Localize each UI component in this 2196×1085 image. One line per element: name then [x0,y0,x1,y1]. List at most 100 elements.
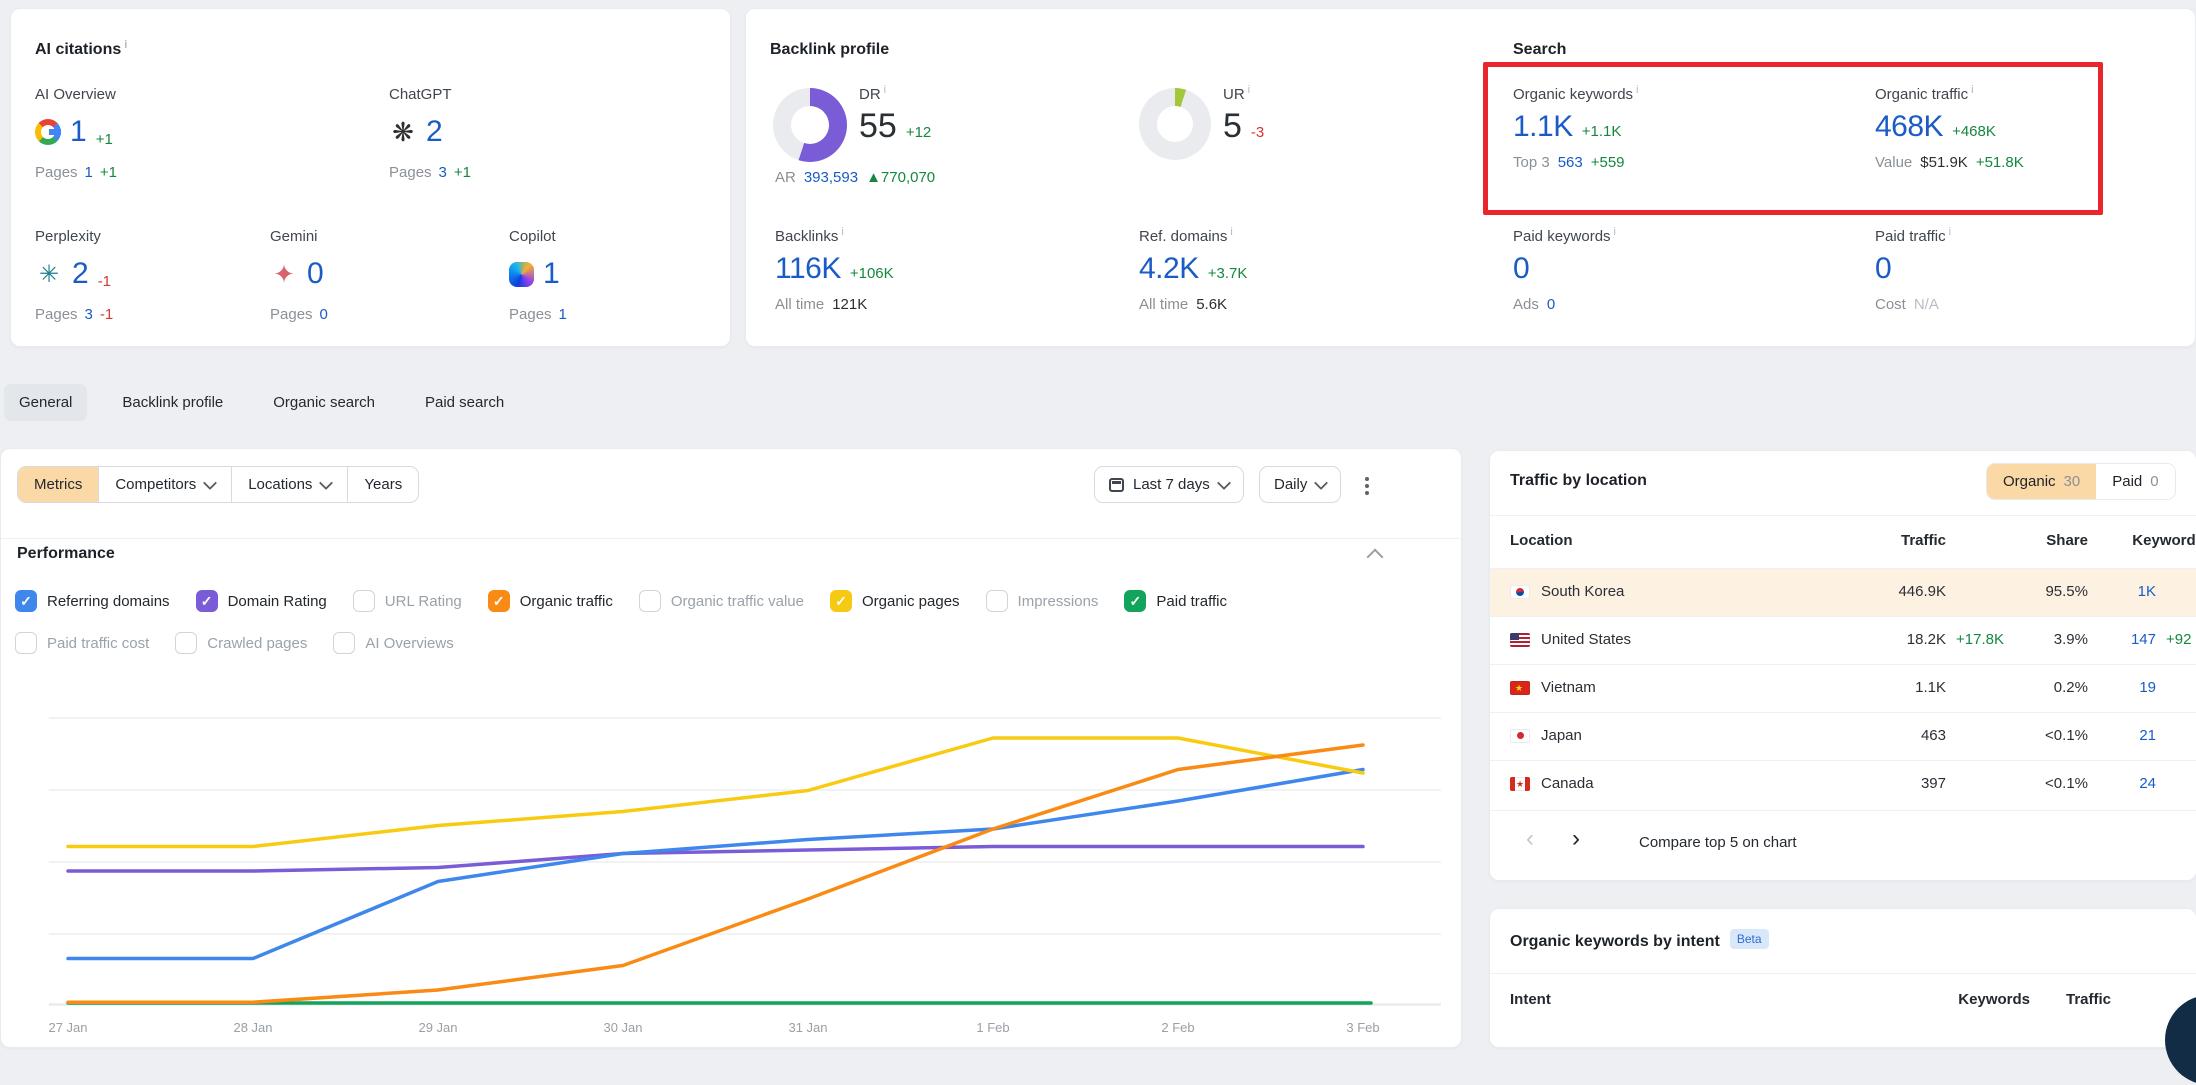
metric-label: Impressions [1018,593,1099,610]
checkbox-url-rating[interactable] [353,590,375,612]
locations-button[interactable]: Locations [231,467,347,502]
traffic-value: 463 [1921,727,1946,744]
chevron-down-icon [1217,475,1231,489]
organic-traffic-value[interactable]: 468K [1875,110,1943,144]
metric-label: Organic traffic [520,593,613,610]
checkbox-organic-pages[interactable]: ✓ [830,590,852,612]
performance-line-chart: 27 Jan28 Jan29 Jan30 Jan31 Jan1 Feb2 Feb… [21,646,1461,1046]
next-page-button[interactable]: › [1572,829,1580,849]
checkbox-organic-traffic-value[interactable] [639,590,661,612]
checkbox-organic-traffic[interactable]: ✓ [488,590,510,612]
prev-page-button[interactable]: ‹ [1526,829,1534,849]
info-icon[interactable]: i [1248,84,1250,96]
compare-top5-link[interactable]: Compare top 5 on chart [1639,834,1797,851]
backlinks-alltime: All time 121K [775,296,894,313]
metric-label: Referring domains [47,593,170,610]
info-icon[interactable]: i [841,226,843,238]
ref-domains-label: Ref. domainsi [1139,228,1247,245]
checkbox-domain-rating[interactable]: ✓ [196,590,218,612]
beta-badge: Beta [1730,929,1769,949]
granularity-button[interactable]: Daily [1259,466,1341,503]
flag-canada: ★ [1510,777,1530,791]
location-name: ★Canada [1510,775,1594,792]
metric-toggle-impressions[interactable]: Impressions [986,590,1099,612]
section-tabs: General Backlink profile Organic search Pai… [4,384,519,421]
tab-paid-search[interactable]: Paid search [410,384,519,421]
traffic-value: 18.2K [1907,631,1946,648]
info-icon[interactable]: i [1230,226,1232,238]
more-options-icon[interactable] [1359,471,1375,501]
keywords-link[interactable]: 24 [2139,775,2156,792]
location-row-japan: Japan463<0.1%21 [1490,712,2196,760]
metric-toggle-organic-pages[interactable]: ✓Organic pages [830,590,960,612]
backlinks-value[interactable]: 116K [775,252,841,286]
country-label: Japan [1541,727,1582,744]
backlinks-delta: +106K [850,265,894,282]
pages-value[interactable]: 1 [559,306,567,323]
toggle-paid[interactable]: Paid0 [2096,464,2174,499]
toggle-organic[interactable]: Organic30 [1987,464,2096,499]
top3-value[interactable]: 563 [1558,154,1583,171]
chart-series-referring-domains [68,770,1363,959]
metric-toggle-paid-traffic[interactable]: ✓Paid traffic [1124,590,1227,612]
metric-toggle-referring-domains[interactable]: ✓ Referring domains [15,590,170,612]
metric-label: Domain Rating [228,593,327,610]
checkbox-paid-traffic[interactable]: ✓ [1124,590,1146,612]
checkbox-impressions[interactable] [986,590,1008,612]
tab-organic-search[interactable]: Organic search [258,384,390,421]
tab-general[interactable]: General [4,384,87,421]
metrics-button[interactable]: Metrics [18,467,98,502]
info-icon[interactable]: i [1949,226,1951,238]
country-label: United States [1541,631,1631,648]
date-range-button[interactable]: Last 7 days [1094,466,1244,503]
keywords-link[interactable]: 1K [2138,583,2156,600]
keywords-link[interactable]: 147 [2131,631,2156,648]
tab-backlink-profile[interactable]: Backlink profile [107,384,238,421]
ar-value[interactable]: 393,593 [804,169,858,186]
checkbox-referring-domains[interactable]: ✓ [15,590,37,612]
ai-citations-card: AI citationsi AI Overview1+1Pages1+1Chat… [10,8,731,347]
location-row-vietnam: Vietnam1.1K0.2%19 [1490,664,2196,712]
organic-keywords-value[interactable]: 1.1K [1513,110,1573,144]
info-icon[interactable]: i [124,39,127,51]
location-name: United States [1510,631,1631,648]
info-icon[interactable]: i [1614,226,1616,238]
ref-domains-value[interactable]: 4.2K [1139,252,1199,286]
info-icon[interactable]: i [884,84,886,96]
pages-value[interactable]: 3 [439,164,447,181]
competitors-button[interactable]: Competitors [98,467,231,502]
country-label: Vietnam [1541,679,1596,696]
chevron-down-icon [203,475,217,489]
dr-delta: +12 [906,124,931,141]
info-icon[interactable]: i [1971,84,1973,96]
citations-delta: +1 [96,131,113,148]
location-row-united-states: United States18.2K+17.8K3.9%147+92 [1490,616,2196,664]
info-icon[interactable]: i [1636,84,1638,96]
metric-toggle-organic-traffic-value[interactable]: Organic traffic value [639,590,804,612]
years-button[interactable]: Years [347,467,418,502]
metric-toggle-organic-traffic[interactable]: ✓ Organic traffic [488,590,613,612]
chart-series-domain-rating [68,847,1363,872]
collapse-section-icon[interactable] [1367,549,1384,566]
ai-platform-gemini: Gemini✦0Pages0 [270,228,500,323]
metric-toggle-domain-rating[interactable]: ✓ Domain Rating [196,590,327,612]
paid-traffic-value: 0 [1875,252,1891,286]
location-row-south-korea: South Korea446.9K95.5%1K [1490,568,2196,616]
keywords-link[interactable]: 19 [2139,679,2156,696]
traffic-value: 446.9K [1898,583,1946,600]
share-value: 3.9% [2054,631,2088,648]
share-value: 95.5% [2045,583,2088,600]
pages-value[interactable]: 1 [85,164,93,181]
performance-title: Performance [17,545,115,563]
share-value: <0.1% [2045,775,2088,792]
maple-leaf-icon: ★ [1510,777,1530,791]
performance-card: MetricsCompetitorsLocationsYears Last 7 … [0,448,1462,1048]
keywords-by-intent-card: Organic keywords by intentBeta Intent Ke… [1489,908,2196,1048]
pages-value[interactable]: 0 [320,306,328,323]
citations-value: 1 [543,257,560,291]
pages-value[interactable]: 3 [85,306,93,323]
metric-label: URL Rating [385,593,462,610]
keywords-link[interactable]: 21 [2139,727,2156,744]
location-name: Vietnam [1510,679,1596,696]
metric-toggle-url-rating[interactable]: URL Rating [353,590,462,612]
